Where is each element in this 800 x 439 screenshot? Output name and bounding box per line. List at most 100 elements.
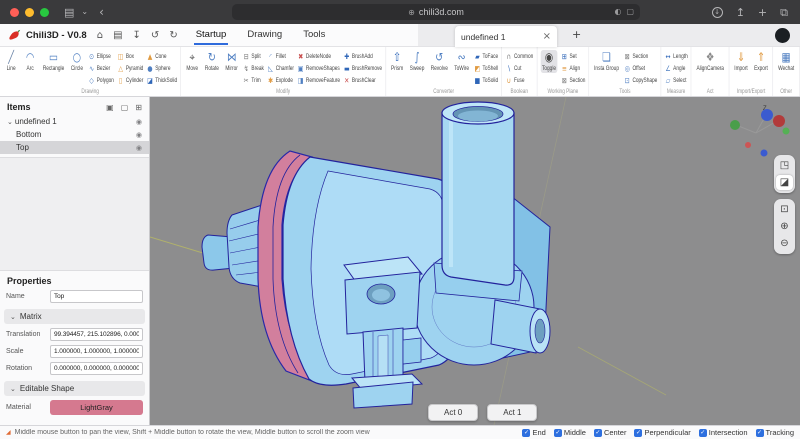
ribbon-button-split[interactable]: ⊟Split bbox=[243, 51, 264, 62]
ribbon-button-common[interactable]: ∩Common bbox=[505, 51, 533, 62]
ribbon-button-line[interactable]: ╱Line bbox=[3, 50, 19, 73]
tree-item-top[interactable]: Top◉ bbox=[0, 141, 149, 154]
home-icon[interactable]: ⌂ bbox=[97, 30, 103, 41]
save-icon[interactable]: ▤ bbox=[113, 30, 122, 41]
close-window-button[interactable] bbox=[10, 8, 19, 17]
zoom-window-button[interactable] bbox=[40, 8, 49, 17]
ribbon-button-toshell[interactable]: ◩ToShell bbox=[474, 63, 498, 74]
display-icon[interactable]: ▢ bbox=[626, 7, 634, 16]
share-icon[interactable]: ↥ bbox=[736, 7, 745, 18]
ribbon-button-thicksolid[interactable]: ◪ThickSolid bbox=[146, 75, 177, 86]
snap-end[interactable]: ✓End bbox=[522, 428, 545, 437]
ribbon-button-deletenode[interactable]: ✖DeleteNode bbox=[297, 51, 340, 62]
browser-sidebar-icon[interactable]: ▤ bbox=[64, 7, 74, 18]
pump-model-canvas[interactable] bbox=[150, 97, 800, 425]
ribbon-button-pyramid[interactable]: △Pyramid bbox=[117, 63, 143, 74]
privacy-report-icon[interactable]: ◐ bbox=[614, 7, 621, 16]
ribbon-button-circle[interactable]: ○Circle bbox=[69, 50, 85, 73]
group-items-icon[interactable]: ▣ bbox=[106, 103, 114, 112]
wireframe-view-button[interactable]: ◳ bbox=[776, 158, 793, 173]
visibility-eye-icon[interactable]: ◉ bbox=[136, 131, 142, 139]
back-icon[interactable]: ‹ bbox=[99, 6, 104, 18]
ribbon-button-towire[interactable]: ∾ToWire bbox=[453, 50, 471, 73]
ribbon-button-copyshape[interactable]: ⊡CopyShape bbox=[624, 75, 658, 86]
checkbox-checked-icon[interactable]: ✓ bbox=[554, 429, 562, 437]
tab-drawing[interactable]: Drawing bbox=[245, 25, 284, 45]
ribbon-button-sweep[interactable]: ∫Sweep bbox=[408, 50, 426, 73]
downloads-icon[interactable]: ↓ bbox=[712, 7, 723, 18]
zoom-in-button[interactable]: ⊕ bbox=[776, 219, 793, 234]
ribbon-button-brushadd[interactable]: ✚BrushAdd bbox=[343, 51, 382, 62]
visibility-eye-icon[interactable]: ◉ bbox=[136, 144, 142, 152]
ribbon-button-tosolid[interactable]: ■ToSolid bbox=[474, 75, 498, 86]
chevron-down-icon[interactable]: ⌄ bbox=[81, 8, 88, 16]
ribbon-button-toggle[interactable]: ◉Toggle bbox=[540, 50, 557, 73]
snap-tracking[interactable]: ✓Tracking bbox=[756, 428, 794, 437]
tab-startup[interactable]: Startup bbox=[194, 25, 229, 45]
ribbon-button-angle[interactable]: ∠Angle bbox=[664, 63, 687, 74]
new-tab-icon[interactable]: + bbox=[758, 7, 767, 18]
ribbon-button-set[interactable]: ⊞Set bbox=[561, 51, 586, 62]
snap-intersection[interactable]: ✓Intersection bbox=[699, 428, 748, 437]
snap-center[interactable]: ✓Center bbox=[594, 428, 627, 437]
ribbon-button-removeshapes[interactable]: ▣RemoveShapes bbox=[297, 63, 340, 74]
ribbon-button-section[interactable]: ⊠Section bbox=[624, 51, 658, 62]
ribbon-button-select[interactable]: ▱Select bbox=[664, 75, 687, 86]
tree-expander-icon[interactable]: ⌄ bbox=[7, 118, 13, 126]
close-document-icon[interactable]: × bbox=[543, 31, 551, 42]
ribbon-button-sphere[interactable]: ●Sphere bbox=[146, 63, 177, 74]
act-1-button[interactable]: Act 1 bbox=[487, 404, 537, 421]
expand-panel-icon[interactable]: ⊞ bbox=[135, 103, 142, 112]
ribbon-button-arc[interactable]: ◠Arc bbox=[22, 50, 38, 73]
ribbon-button-align[interactable]: ≡Align bbox=[561, 63, 586, 74]
ribbon-button-rotate[interactable]: ↻Rotate bbox=[203, 50, 220, 73]
ribbon-button-removefeature[interactable]: ◨RemoveFeature bbox=[297, 75, 340, 86]
ribbon-button-polygon[interactable]: ◇Polygon bbox=[88, 75, 114, 86]
ribbon-button-brushremove[interactable]: ▬BrushRemove bbox=[343, 63, 382, 74]
tree-item-bottom[interactable]: Bottom◉ bbox=[0, 128, 149, 141]
github-icon[interactable] bbox=[775, 28, 790, 43]
checkbox-checked-icon[interactable]: ✓ bbox=[522, 429, 530, 437]
ribbon-button-aligncamera[interactable]: ❖AlignCamera bbox=[695, 50, 726, 73]
tab-tools[interactable]: Tools bbox=[301, 25, 327, 45]
ribbon-button-import[interactable]: ⇓Import bbox=[733, 50, 750, 73]
download-icon[interactable]: ↧ bbox=[133, 30, 141, 41]
ribbon-button-insta-group[interactable]: ❏Insta Group bbox=[593, 50, 621, 73]
ribbon-button-ellipse[interactable]: ⊙Ellipse bbox=[88, 51, 114, 62]
ribbon-button-cone[interactable]: ▲Cone bbox=[146, 51, 177, 62]
rotation-input[interactable] bbox=[50, 362, 143, 375]
ribbon-button-move[interactable]: ⌖Move bbox=[184, 50, 200, 73]
axis-gizmo[interactable]: Z bbox=[722, 101, 794, 159]
ribbon-button-mirror[interactable]: ⋈Mirror bbox=[224, 50, 240, 73]
document-tab[interactable]: undefined 1 × bbox=[455, 26, 557, 47]
ribbon-button-wechat[interactable]: ▦Wechat bbox=[777, 50, 796, 73]
ribbon-button-section[interactable]: ⊠Section bbox=[561, 75, 586, 86]
ribbon-button-box[interactable]: ◫Box bbox=[117, 51, 143, 62]
checkbox-checked-icon[interactable]: ✓ bbox=[634, 429, 642, 437]
name-input[interactable] bbox=[50, 290, 143, 303]
ribbon-button-bezier[interactable]: ∿Bezier bbox=[88, 63, 114, 74]
translation-input[interactable] bbox=[50, 328, 143, 341]
editable-shape-section-header[interactable]: ⌄ Editable Shape bbox=[4, 381, 145, 396]
matrix-section-header[interactable]: ⌄ Matrix bbox=[4, 309, 145, 324]
ribbon-button-brushclear[interactable]: ✕BrushClear bbox=[343, 75, 382, 86]
minimize-window-button[interactable] bbox=[25, 8, 34, 17]
ribbon-button-revolve[interactable]: ↺Revolve bbox=[429, 50, 449, 73]
checkbox-checked-icon[interactable]: ✓ bbox=[699, 429, 707, 437]
new-document-icon[interactable]: + bbox=[572, 28, 581, 41]
ribbon-button-prism[interactable]: ⇧Prism bbox=[389, 50, 405, 73]
zoom-out-button[interactable]: ⊖ bbox=[776, 236, 793, 251]
checkbox-checked-icon[interactable]: ✓ bbox=[594, 429, 602, 437]
ribbon-button-export[interactable]: ⇑Export bbox=[753, 50, 770, 73]
undo-icon[interactable]: ↺ bbox=[151, 30, 159, 41]
visibility-eye-icon[interactable]: ◉ bbox=[136, 118, 142, 126]
material-button[interactable]: LightGray bbox=[50, 400, 143, 415]
zoom-fit-button[interactable]: ⊡ bbox=[776, 202, 793, 217]
shaded-view-button[interactable]: ◪ bbox=[776, 175, 793, 190]
ribbon-button-offset[interactable]: ◎Offset bbox=[624, 63, 658, 74]
pump-model[interactable] bbox=[202, 102, 550, 408]
ribbon-button-chamfer[interactable]: ◺Chamfer bbox=[267, 63, 294, 74]
ribbon-button-break[interactable]: ↯Break bbox=[243, 63, 264, 74]
ribbon-button-rectangle[interactable]: ▭Rectangle bbox=[41, 50, 66, 73]
tab-overview-icon[interactable]: ⧉ bbox=[780, 7, 788, 18]
